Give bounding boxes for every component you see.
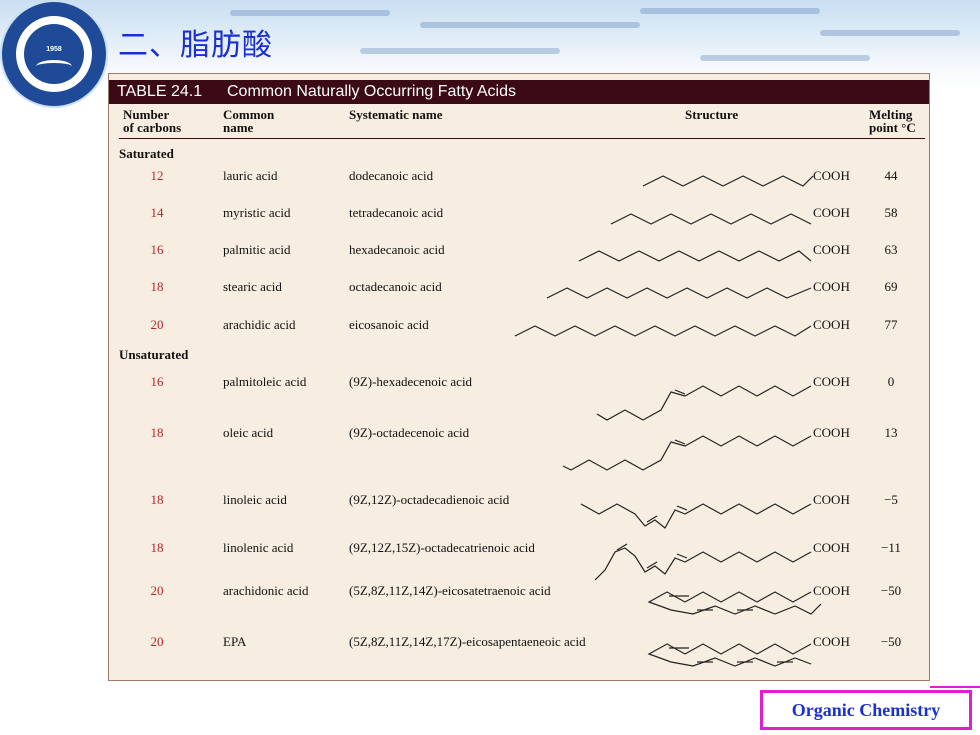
structure-stearic-acid — [546, 287, 812, 299]
structure-oleic-acid — [562, 435, 812, 471]
structure-arachidic-acid — [514, 325, 812, 337]
structure-lauric-acid — [642, 175, 814, 187]
structure-palmitic-acid — [578, 250, 812, 262]
logo-year: 1958 — [46, 46, 62, 53]
university-logo: 1958 — [2, 2, 106, 106]
fatty-acid-table: TABLE 24.1 Common Naturally Occurring Fa… — [108, 73, 930, 681]
structure-drawings — [514, 175, 822, 667]
structure-linolenic-acid — [594, 543, 812, 581]
footer-course-label: Organic Chemistry — [760, 690, 972, 730]
structure-palmitoleic-acid — [596, 385, 812, 421]
structure-epa — [647, 643, 812, 667]
structure-linoleic-acid — [580, 503, 812, 529]
structure-arachidonic-acid — [647, 591, 822, 615]
footer-accent-line — [930, 686, 980, 688]
slide-title: 二、脂肪酸 — [118, 28, 273, 63]
structure-myristic-acid — [610, 213, 812, 225]
